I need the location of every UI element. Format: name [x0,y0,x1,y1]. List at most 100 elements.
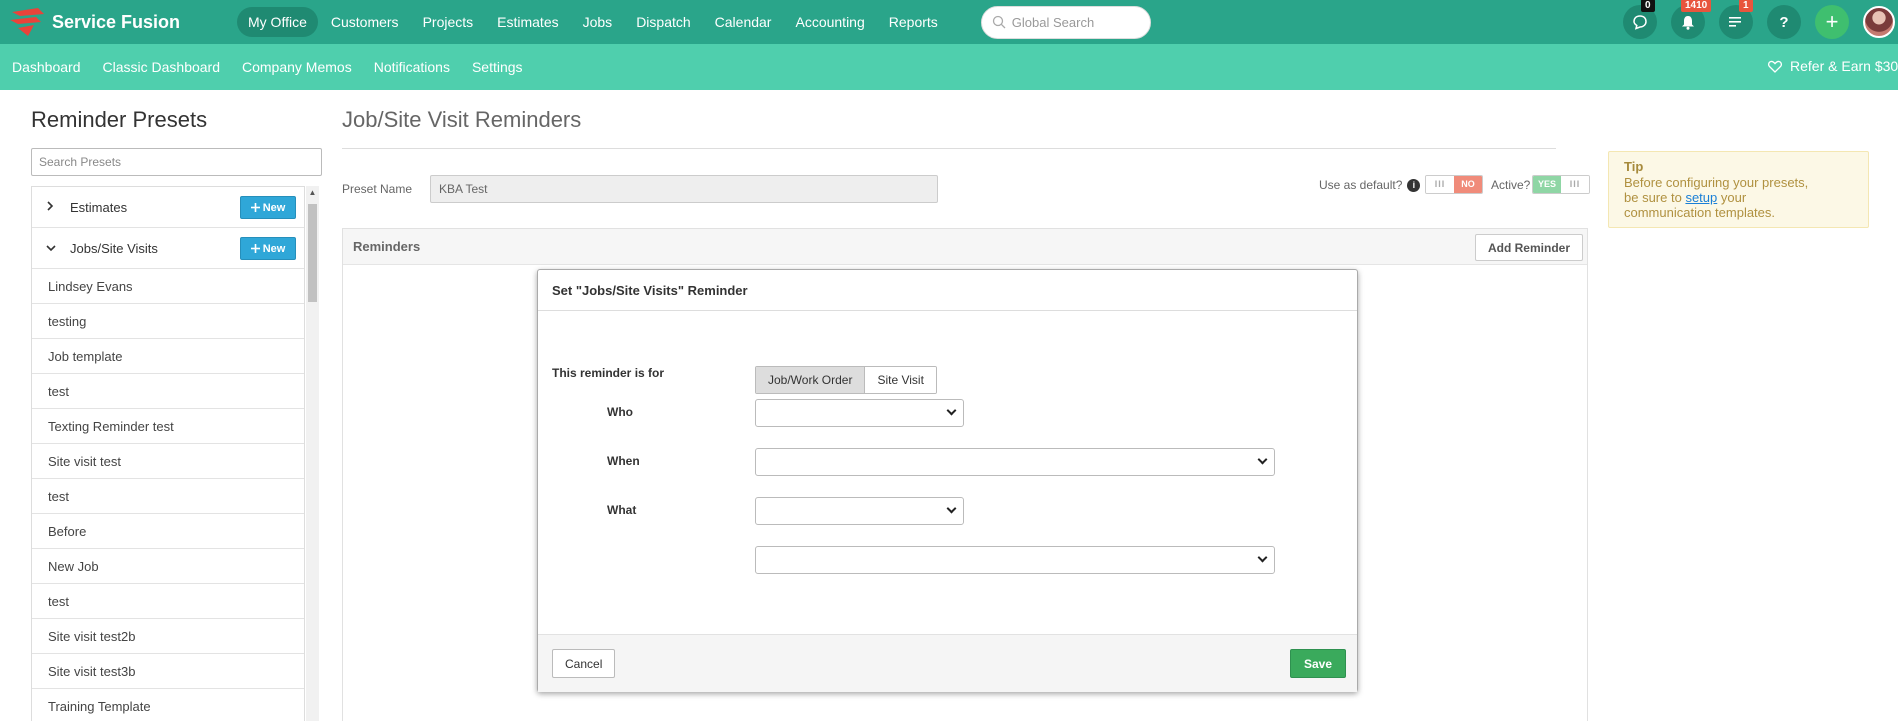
toggle-grip: III [1426,176,1454,193]
sub-navbar: Dashboard Classic Dashboard Company Memo… [0,44,1898,90]
global-search[interactable] [980,5,1151,39]
chevron-down-icon [1257,552,1268,563]
task-count-badge: 1 [1739,0,1753,12]
modal-footer: Cancel Save [538,634,1357,692]
subnav-company-memos[interactable]: Company Memos [242,59,352,75]
info-icon[interactable]: i [1407,178,1421,192]
user-avatar[interactable] [1863,6,1895,38]
nav-calendar[interactable]: Calendar [704,7,783,37]
add-reminder-button[interactable]: Add Reminder [1474,234,1583,261]
app-logo[interactable]: Service Fusion [8,6,223,38]
category-label: Jobs/Site Visits [70,240,158,256]
tip-line-3: communication templates. [1624,205,1776,220]
preset-item[interactable]: Lindsey Evans [32,269,304,304]
nav-reports[interactable]: Reports [878,7,949,37]
preset-name-label: Preset Name [342,182,413,196]
search-icon [992,15,1006,29]
subnav-notifications[interactable]: Notifications [374,59,450,75]
page-title: Job/Site Visit Reminders [342,107,582,132]
help-button[interactable]: ? [1767,5,1801,39]
chevron-right-icon [46,200,60,214]
nav-my-office[interactable]: My Office [237,7,318,37]
toggle-grip: III [1561,176,1589,193]
preset-item[interactable]: Site visit test [32,444,304,479]
tip-text: be sure to [1624,190,1686,205]
default-toggle[interactable]: III NO [1425,175,1483,194]
preset-item[interactable]: testing [32,304,304,339]
subnav-settings[interactable]: Settings [472,59,523,75]
setup-link[interactable]: setup [1685,190,1717,205]
preset-item[interactable]: Before [32,514,304,549]
preset-item[interactable]: Texting Reminder test [32,409,304,444]
preset-item[interactable]: Job template [32,339,304,374]
who-select[interactable] [755,399,964,427]
nav-customers[interactable]: Customers [320,7,410,37]
category-estimates[interactable]: Estimates New [32,187,304,228]
subnav-classic-dashboard[interactable]: Classic Dashboard [103,59,221,75]
subnav-dashboard[interactable]: Dashboard [12,59,81,75]
use-as-default-text: Use as default? [1319,178,1403,192]
header-tools: 0 1410 1 ? + [1623,0,1895,39]
tasks-button[interactable]: 1 [1719,0,1753,39]
scroll-thumb[interactable] [308,204,317,302]
heart-icon [1768,60,1782,73]
tip-line-1: Before configuring your presets, [1624,175,1809,190]
segment-job-work-order[interactable]: Job/Work Order [756,367,866,393]
service-fusion-logo-icon [8,6,48,38]
nav-jobs[interactable]: Jobs [572,7,624,37]
what-select[interactable] [755,497,964,525]
preset-item[interactable]: test [32,374,304,409]
new-estimate-preset-button[interactable]: New [240,196,296,219]
help-icon: ? [1779,13,1789,31]
modal-title: Set "Jobs/Site Visits" Reminder [538,270,1357,311]
preset-item[interactable]: New Job [32,549,304,584]
category-jobs-site-visits[interactable]: Jobs/Site Visits New [32,228,304,269]
tip-title: Tip [1624,159,1644,174]
plus-icon [250,244,260,253]
notification-count-badge: 1410 [1681,0,1712,12]
notifications-button[interactable]: 1410 [1671,0,1712,39]
when-select[interactable] [755,448,1275,476]
global-search-input[interactable] [1011,14,1132,30]
preset-item[interactable]: Site visit test2b [32,619,304,654]
what-label: What [607,503,637,517]
new-label: New [262,201,286,214]
nav-dispatch[interactable]: Dispatch [625,7,701,37]
list-icon [1729,17,1741,27]
chevron-down-icon [946,503,957,514]
scroll-up-arrow-icon[interactable]: ▲ [306,186,319,200]
chat-button[interactable]: 0 [1623,0,1657,39]
chevron-down-icon [1257,454,1268,465]
reminders-label: Reminders [353,239,421,254]
preset-list-scrollbar[interactable]: ▲ [306,186,319,721]
top-navbar: Service Fusion My Office Customers Proje… [0,0,1898,44]
who-label: Who [607,405,633,419]
segment-site-visit[interactable]: Site Visit [865,367,936,393]
cancel-button[interactable]: Cancel [552,649,616,678]
active-toggle[interactable]: YES III [1532,175,1590,194]
preset-item[interactable]: Site visit test3b [32,654,304,689]
preset-name-input[interactable] [430,175,938,203]
save-button[interactable]: Save [1290,649,1347,678]
chat-icon [1633,15,1647,30]
preset-search-input[interactable] [31,148,322,176]
preset-item[interactable]: Training Template [32,689,304,721]
bell-icon [1682,15,1694,30]
refer-earn-label: Refer & Earn $300 [1790,58,1898,74]
nav-projects[interactable]: Projects [412,7,485,37]
refer-earn-link[interactable]: Refer & Earn $300 [1768,58,1898,74]
new-job-preset-button[interactable]: New [240,237,296,260]
reminders-header: Reminders Add Reminder [343,229,1587,265]
quick-add-button[interactable]: + [1815,5,1849,39]
toggle-no-label: NO [1454,176,1482,193]
tip-box: Tip Before configuring your presets, be … [1608,151,1869,228]
tip-text: your [1717,190,1747,205]
app-name: Service Fusion [52,11,181,32]
preset-item[interactable]: test [32,584,304,619]
preset-item[interactable]: test [32,479,304,514]
nav-estimates[interactable]: Estimates [486,7,569,37]
new-label: New [262,242,286,255]
template-select[interactable] [755,546,1275,574]
nav-accounting[interactable]: Accounting [784,7,875,37]
chevron-down-icon [46,241,60,255]
